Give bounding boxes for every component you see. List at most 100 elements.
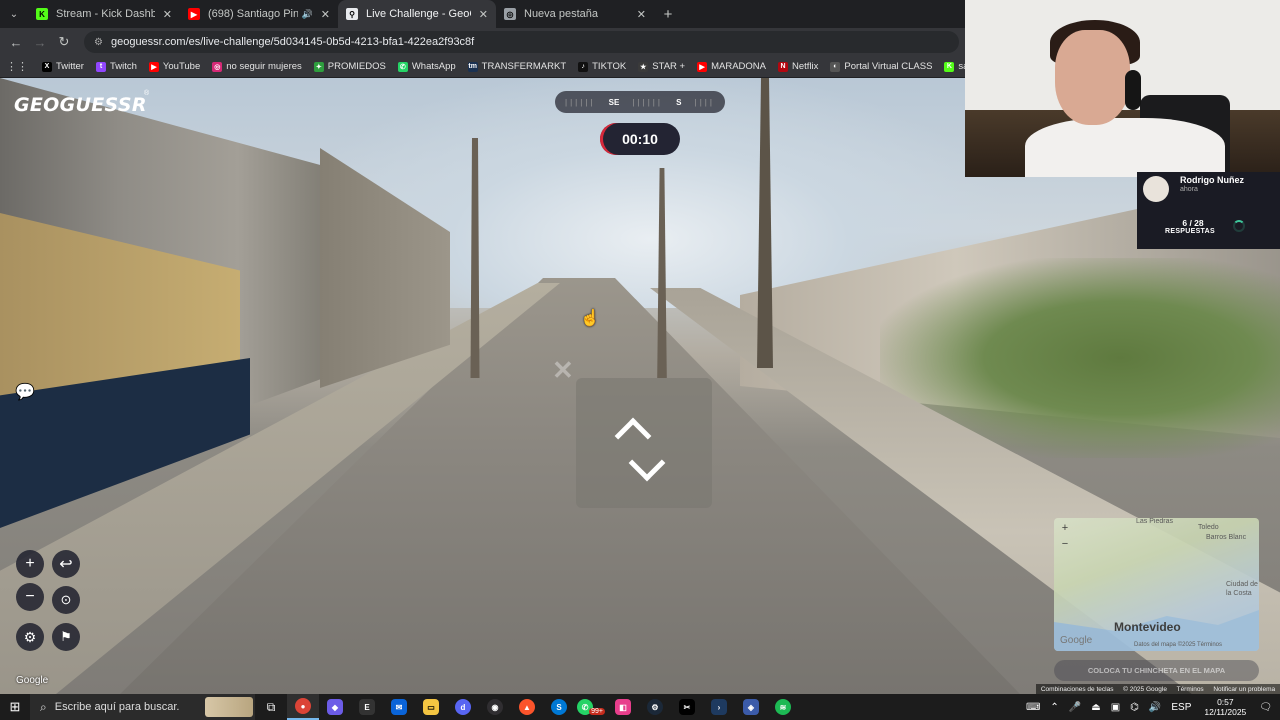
zoom-in-button[interactable]: + — [16, 550, 44, 578]
network-icon[interactable]: ⌬ — [1130, 702, 1139, 713]
forward-arrow-icon[interactable]: → — [28, 35, 52, 50]
bookmark-label: Twitch — [109, 61, 137, 72]
bookmark-maradona[interactable]: ▶ MARADONA — [697, 61, 766, 72]
bookmark-santicap-kick[interactable]: Ksanticap | Kick — [944, 61, 965, 72]
language-indicator[interactable]: ESP — [1171, 702, 1191, 713]
report-problem-link[interactable]: Notificar un problema — [1213, 686, 1275, 693]
windows-start-icon[interactable]: ⊞ — [0, 694, 30, 720]
map-zoom-in-icon[interactable]: + — [1058, 522, 1072, 536]
bookmark-favicon-icon: ▶ — [697, 61, 708, 72]
bookmark-promiedos[interactable]: ✦ PROMIEDOS — [313, 61, 386, 72]
terms-link[interactable]: Términos — [1177, 686, 1204, 693]
bookmark-no-seguir-mujeres[interactable]: ◎ no seguir mujeres — [212, 61, 302, 72]
bookmark-twitter[interactable]: X Twitter — [42, 61, 84, 72]
answers-count: 6 / 28 — [1182, 218, 1204, 228]
settings-gear-icon[interactable]: ⚙ — [16, 623, 44, 651]
capcut-icon[interactable]: ✂ — [671, 694, 703, 720]
mail-icon[interactable]: ✉ — [383, 694, 415, 720]
close-tab-icon[interactable]: ✕ — [163, 8, 172, 21]
flag-checkpoint-button[interactable]: ⚑ — [52, 623, 80, 651]
guess-minimap[interactable]: + − Las Piedras Toledo Barros Blanc Ciud… — [1054, 518, 1259, 651]
discord-icon[interactable]: d — [447, 694, 479, 720]
bookmark-label: Netflix — [792, 61, 819, 72]
keyboard-shortcuts-link[interactable]: Combinaciones de teclas — [1041, 686, 1114, 693]
place-pin-button[interactable]: COLOCA TU CHINCHETA EN EL MAPA — [1054, 660, 1259, 681]
bookmark-label: TIKTOK — [592, 61, 627, 72]
compass: |||||| SE |||||| S |||| — [555, 91, 725, 113]
map-city-label: Montevideo — [1114, 620, 1181, 634]
address-bar[interactable]: ⚙ geoguessr.com/es/live-challenge/5d0341… — [84, 31, 959, 53]
back-arrow-icon[interactable]: ← — [4, 35, 28, 50]
tab-new-tab[interactable]: ◎ Nueva pestaña ✕ — [496, 0, 654, 28]
bookmark-whatsapp[interactable]: ✆ WhatsApp — [397, 61, 456, 72]
chrome-taskbar-icon[interactable]: ● — [287, 694, 319, 720]
tab-kick-dashboard[interactable]: K Stream - Kick Dashboard ✕ — [28, 0, 180, 28]
bookmark-youtube[interactable]: ▶ YouTube — [148, 61, 201, 72]
close-tab-icon[interactable]: ✕ — [479, 8, 488, 21]
spotify-icon[interactable]: ≋ — [767, 694, 799, 720]
kick-icon: K — [36, 8, 48, 20]
zoom-out-button[interactable]: − — [16, 583, 44, 611]
speaker-icon[interactable]: 🔊 — [302, 9, 313, 20]
bookmark-twitch[interactable]: t Twitch — [95, 61, 137, 72]
copilot-icon[interactable]: ◆ — [319, 694, 351, 720]
tab-search-icon[interactable]: ⌄ — [0, 0, 28, 28]
reload-icon[interactable]: ↻ — [52, 34, 76, 50]
brave-icon[interactable]: ▲ — [511, 694, 543, 720]
avatar — [1143, 176, 1169, 202]
bookmark-label: no seguir mujeres — [226, 61, 302, 72]
bookmark-favicon-icon: N — [778, 61, 788, 72]
usb-icon[interactable]: ⏏ — [1091, 702, 1100, 713]
show-hidden-icons-chevron[interactable]: ⌃ — [1050, 702, 1058, 713]
copyright-text: © 2025 Google — [1123, 685, 1167, 693]
clock[interactable]: 0:57 12/11/2025 — [1204, 697, 1246, 717]
bookmark-netflix[interactable]: N Netflix — [778, 61, 818, 72]
keyboard-icon[interactable]: ⌨ — [1026, 702, 1040, 713]
bookmark-label: YouTube — [162, 61, 201, 72]
steam-icon[interactable]: ⚙ — [639, 694, 671, 720]
notification-badge: 99+ — [589, 707, 605, 715]
apps-grid-icon[interactable]: ⋮⋮ — [6, 60, 28, 73]
webcam-overlay — [965, 0, 1280, 177]
geoguessr-logo[interactable]: GEOGUESSR — [14, 94, 147, 116]
whatsapp-icon[interactable]: ✆ 99+ — [575, 694, 607, 720]
new-tab-button[interactable]: + — [654, 6, 682, 23]
epic-games-icon[interactable]: E — [351, 694, 383, 720]
bookmark-transfermarkt[interactable]: tm TRANSFERMARKT — [467, 61, 566, 72]
tab-youtube[interactable]: ▶ (698) Santiago Pintos - Si tu 🔊 ✕ — [180, 0, 338, 28]
obs-icon[interactable]: ◉ — [479, 694, 511, 720]
close-tab-icon[interactable]: ✕ — [637, 8, 646, 21]
skype-icon[interactable]: S — [543, 694, 575, 720]
file-explorer-icon[interactable]: ▭ — [415, 694, 447, 720]
bookmark-tiktok[interactable]: ♪ TIKTOK — [578, 61, 626, 72]
search-highlight-image — [205, 697, 253, 717]
return-to-start-button[interactable]: ⊙ — [52, 586, 80, 614]
volume-icon[interactable]: 🔊 — [1149, 702, 1161, 713]
microphone-icon[interactable]: 🎤 — [1069, 702, 1081, 713]
tab-geoguessr[interactable]: ⚲ Live Challenge - GeoGuessr ✕ — [338, 0, 496, 28]
compass-s: S — [676, 97, 682, 107]
app-pink-icon[interactable]: ◧ — [607, 694, 639, 720]
map-legal-bar: Combinaciones de teclas © 2025 Google Té… — [1036, 684, 1280, 694]
bookmark-favicon-icon: ✆ — [397, 61, 408, 72]
chrome-icon: ◎ — [504, 8, 516, 20]
bookmark-star-[interactable]: ★ STAR + — [638, 61, 685, 72]
bookmark-portal-virtual-class[interactable]: ◐ Portal Virtual CLASS — [830, 61, 932, 72]
headset — [1125, 70, 1141, 110]
cursor-icon: ☝ — [580, 310, 600, 327]
close-tab-icon[interactable]: ✕ — [321, 8, 330, 21]
chat-bubble-icon[interactable]: 💬 — [14, 382, 36, 404]
display-icon[interactable]: ▣ — [1111, 702, 1120, 713]
bookmark-label: Portal Virtual CLASS — [844, 61, 933, 72]
taskbar-search[interactable]: ⌕ Escribe aquí para buscar. — [30, 694, 255, 720]
site-info-icon[interactable]: ⚙ — [94, 37, 103, 48]
map-zoom-out-icon[interactable]: − — [1058, 538, 1072, 552]
terminal-icon[interactable]: › — [703, 694, 735, 720]
compass-se: SE — [608, 97, 620, 107]
task-view-icon[interactable]: ⧉ — [255, 694, 287, 720]
undo-move-button[interactable]: ↩ — [52, 550, 80, 578]
vpn-shield-icon[interactable]: ◈ — [735, 694, 767, 720]
player-time: ahora — [1180, 186, 1198, 193]
notifications-icon[interactable]: 🗨 — [1259, 702, 1272, 713]
geoguessr-pin-icon: ⚲ — [346, 8, 358, 20]
